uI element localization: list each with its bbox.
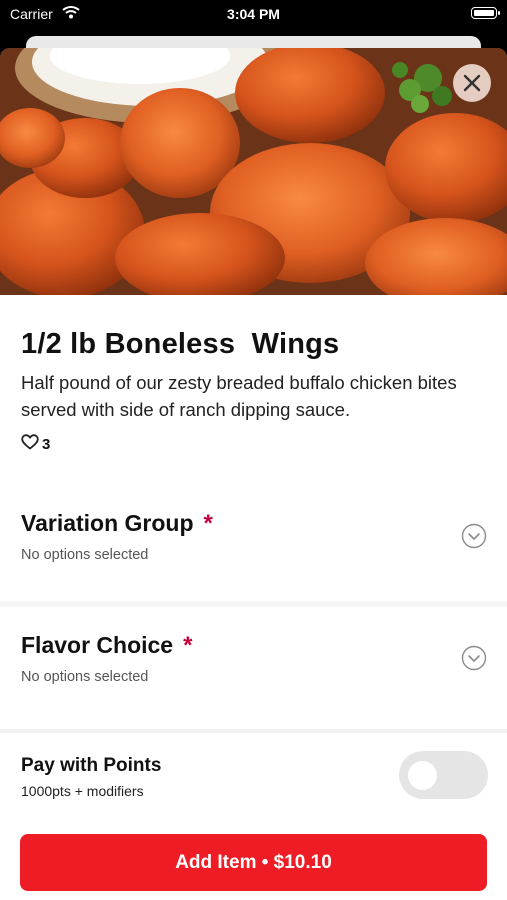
required-indicator: * (203, 510, 213, 537)
item-title: 1/2 lb Boneless Wings (21, 328, 340, 360)
points-cost: 1000pts + modifiers (21, 783, 144, 799)
option-group-title: Flavor Choice * (21, 632, 193, 659)
pay-with-points-toggle[interactable] (399, 751, 488, 799)
required-indicator: * (183, 632, 193, 659)
item-description: Half pound of our zesty breaded buffalo … (21, 372, 457, 420)
status-bar: Carrier 3:04 PM (0, 0, 507, 30)
option-group-status: No options selected (21, 669, 149, 685)
option-group-title: Variation Group * (21, 510, 213, 537)
toggle-knob (408, 761, 437, 790)
pay-with-points-label: Pay with Points (21, 755, 162, 776)
checkout-footer: Pay with Points 1000pts + modifiers Add … (0, 733, 507, 900)
close-icon (463, 74, 481, 92)
chevron-down-circle-icon (461, 523, 487, 554)
item-detail-sheet: 1/2 lb Boneless Wings Half pound of our … (0, 48, 507, 900)
close-button[interactable] (453, 64, 491, 102)
like-count: 3 (42, 435, 51, 453)
option-group-status: No options selected (21, 547, 149, 563)
item-photo (0, 48, 507, 295)
option-group-flavor[interactable]: Flavor Choice * No options selected (0, 607, 507, 723)
like-button[interactable]: 3 (21, 434, 50, 454)
battery-icon (471, 7, 500, 19)
add-item-button[interactable]: Add Item • $10.10 (20, 834, 487, 891)
option-group-variation[interactable]: Variation Group * No options selected (0, 485, 507, 601)
chevron-down-circle-icon (461, 645, 487, 676)
heart-icon (21, 434, 39, 454)
clock: 3:04 PM (227, 6, 280, 22)
